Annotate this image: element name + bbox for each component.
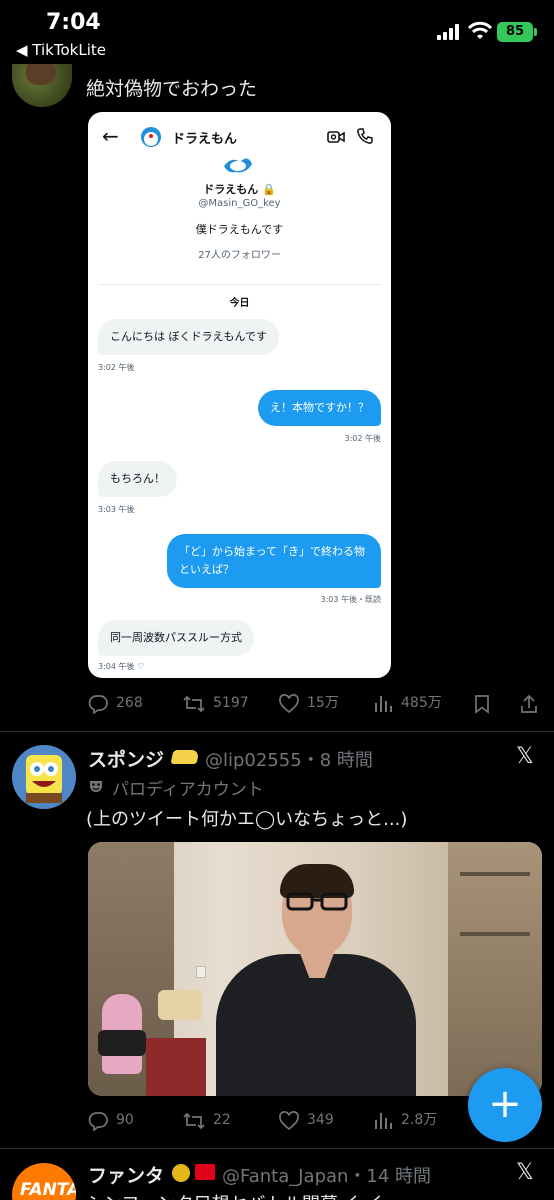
author-handle-time: @lip02555・8 時間 [205, 750, 373, 771]
retweet-icon [183, 1112, 205, 1130]
bookmark-icon [475, 695, 489, 714]
message-meta: 3:02 午後 [344, 434, 381, 443]
reply-icon [88, 695, 108, 714]
share-icon [521, 694, 537, 713]
message-meta: 3:03 午後・既読 [320, 595, 381, 604]
status-bar: 7:04 ◀ TikTokLite 85 [0, 0, 554, 64]
message-meta: 3:03 午後 [98, 505, 135, 514]
tweet-text: (上のツイート何かエ◯いなちょっと...) [86, 809, 408, 830]
avatar[interactable]: FANTA [12, 1163, 76, 1200]
tweet-photo[interactable] [88, 842, 542, 1096]
cellular-signal-icon [437, 24, 463, 40]
compose-tweet-button[interactable]: + [468, 1068, 542, 1142]
message-bubble-incoming: こんにちは ぼくドラえもんです [98, 319, 279, 355]
parody-mask-icon [90, 781, 102, 792]
views-chart-icon [375, 1113, 392, 1129]
dm-header-name: ドラえもん [172, 132, 238, 147]
heart-icon [279, 1111, 299, 1131]
battery-icon: 85 [497, 22, 537, 42]
author-name[interactable]: スポンジ [88, 745, 164, 772]
author-handle-time: @Fanta_Japan・14 時間 [222, 1166, 432, 1187]
tweet-image-dm-screenshot[interactable]: ← ドラえもん ドラえもん 🔒 @Masin_GO_key 僕ドラえもんです 2… [88, 112, 391, 678]
message-bubble-outgoing: え！本物ですか！？ [258, 390, 381, 426]
avatar[interactable] [12, 745, 76, 809]
message-meta: 3:02 午後 [98, 363, 135, 372]
profile-name: ドラえもん 🔒 [203, 183, 276, 196]
parody-label: パロディアカウント [112, 780, 264, 800]
tweet-text: 絶対偽物でおわった [86, 78, 258, 100]
reply-icon [88, 1112, 108, 1131]
back-arrow-icon: ← [102, 124, 119, 148]
tweet-text: シンファンタ只想セバトル開幕 く く [86, 1190, 385, 1200]
status-time: 7:04 [46, 10, 101, 35]
reaction-heart-icon: ♡ [137, 662, 145, 671]
doraemon-avatar-icon [141, 127, 161, 147]
avatar-logo-text: FANTA [20, 1180, 76, 1200]
profile-handle: @Masin_GO_key [198, 198, 281, 209]
divider [0, 731, 554, 732]
x-logo-icon[interactable]: 𝕏 [516, 1160, 534, 1185]
message-meta: 3:04 午後 ♡ [98, 662, 145, 671]
author-name[interactable]: ファンタ [88, 1161, 164, 1188]
phone-call-icon [357, 128, 373, 144]
profile-bio: 僕ドラえもんです [195, 223, 284, 236]
divider [0, 1148, 554, 1149]
video-call-icon [327, 131, 345, 143]
message-bubble-outgoing: 「ど」から始まって「き」で終わる物といえば？ [167, 534, 381, 588]
verified-gold-badge-icon [172, 1164, 190, 1182]
views-chart-icon [375, 696, 392, 712]
tweet-actions: 268 5197 15万 485万 [0, 686, 554, 720]
message-bubble-incoming: もちろん！ [98, 461, 177, 497]
lock-icon: 🔒 [262, 183, 276, 196]
sponge-emoji-icon [170, 750, 200, 764]
affiliate-logo-icon [195, 1164, 215, 1180]
divider [98, 284, 381, 285]
doraemon-profile-image [224, 158, 252, 173]
profile-followers: 27人のフォロワー [198, 250, 281, 261]
date-divider: 今日 [229, 298, 250, 309]
heart-icon [279, 694, 299, 714]
wifi-icon [468, 21, 492, 39]
retweet-icon [183, 695, 205, 713]
back-to-app-link[interactable]: ◀ TikTokLite [16, 41, 106, 59]
message-bubble-incoming: 同一周波数パススルー方式 [98, 620, 254, 656]
x-logo-icon[interactable]: 𝕏 [516, 744, 534, 769]
